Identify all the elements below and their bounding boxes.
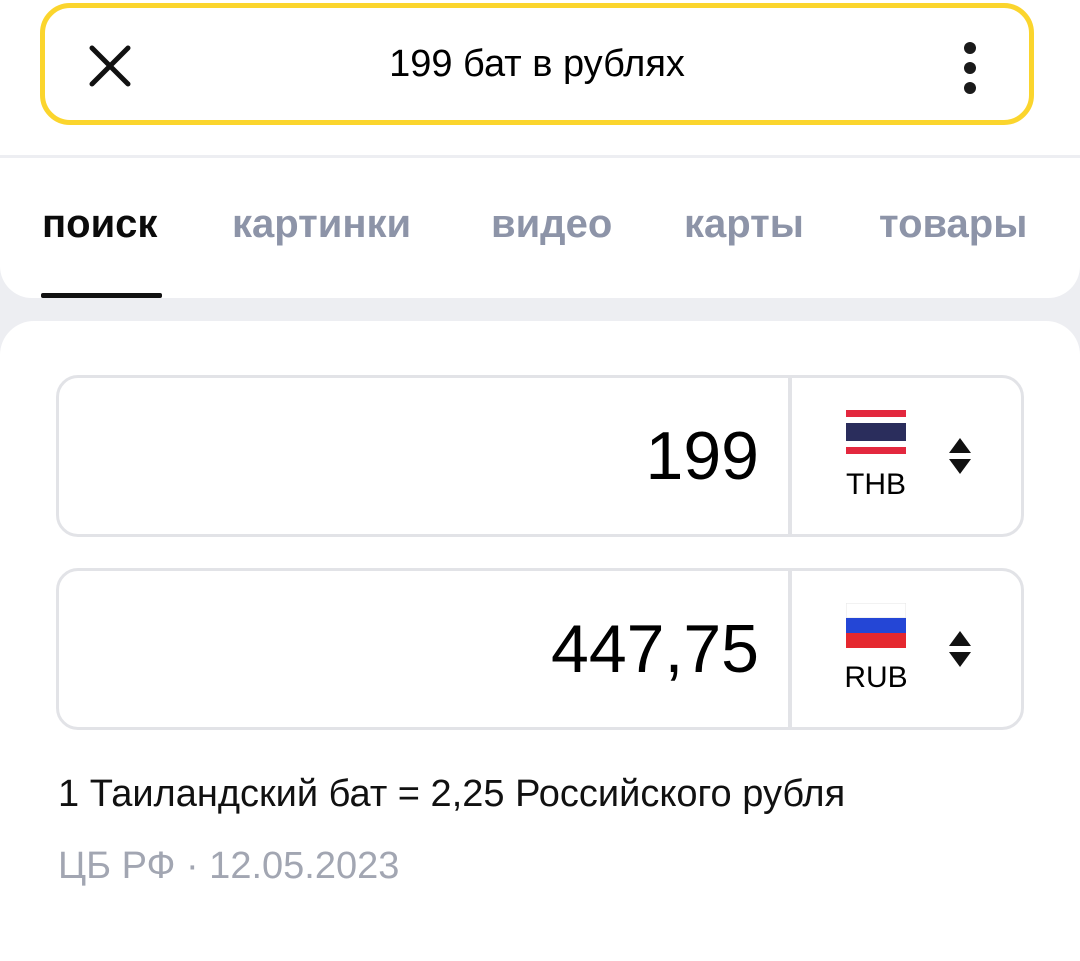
tab-images[interactable]: картинки: [232, 158, 411, 296]
active-tab-indicator: [41, 293, 162, 298]
sort-updown-icon: [949, 631, 971, 667]
search-bar[interactable]: 199 бат в рублях: [40, 3, 1034, 125]
thailand-flag-icon: [846, 410, 906, 454]
search-header: 199 бат в рублях: [0, 0, 1080, 155]
russia-flag-icon: [846, 603, 906, 648]
rate-source-text: ЦБ РФ · 12.05.2023: [58, 845, 400, 887]
tab-video[interactable]: видео: [491, 158, 612, 296]
tab-goods[interactable]: товары: [879, 158, 1027, 296]
search-query[interactable]: 199 бат в рублях: [185, 8, 889, 120]
from-amount-input[interactable]: 199: [59, 378, 759, 534]
converter-row-from: 199 THB: [56, 375, 1024, 537]
from-currency-selector[interactable]: THB: [792, 378, 1024, 534]
tab-search[interactable]: поиск: [42, 158, 157, 296]
sort-updown-icon: [949, 438, 971, 474]
to-currency-selector[interactable]: RUB: [792, 571, 1024, 727]
converter-row-to: 447,75 RUB: [56, 568, 1024, 730]
close-icon[interactable]: [85, 41, 135, 91]
to-amount-input[interactable]: 447,75: [59, 571, 759, 727]
from-currency-code: THB: [846, 468, 906, 501]
tab-maps[interactable]: карты: [684, 158, 804, 296]
search-tabs: поиск картинки видео карты товары: [0, 158, 1080, 298]
more-vertical-icon[interactable]: [950, 38, 990, 98]
to-currency-code: RUB: [844, 661, 908, 694]
exchange-rate-text: 1 Таиландский бат = 2,25 Российского руб…: [58, 773, 846, 815]
